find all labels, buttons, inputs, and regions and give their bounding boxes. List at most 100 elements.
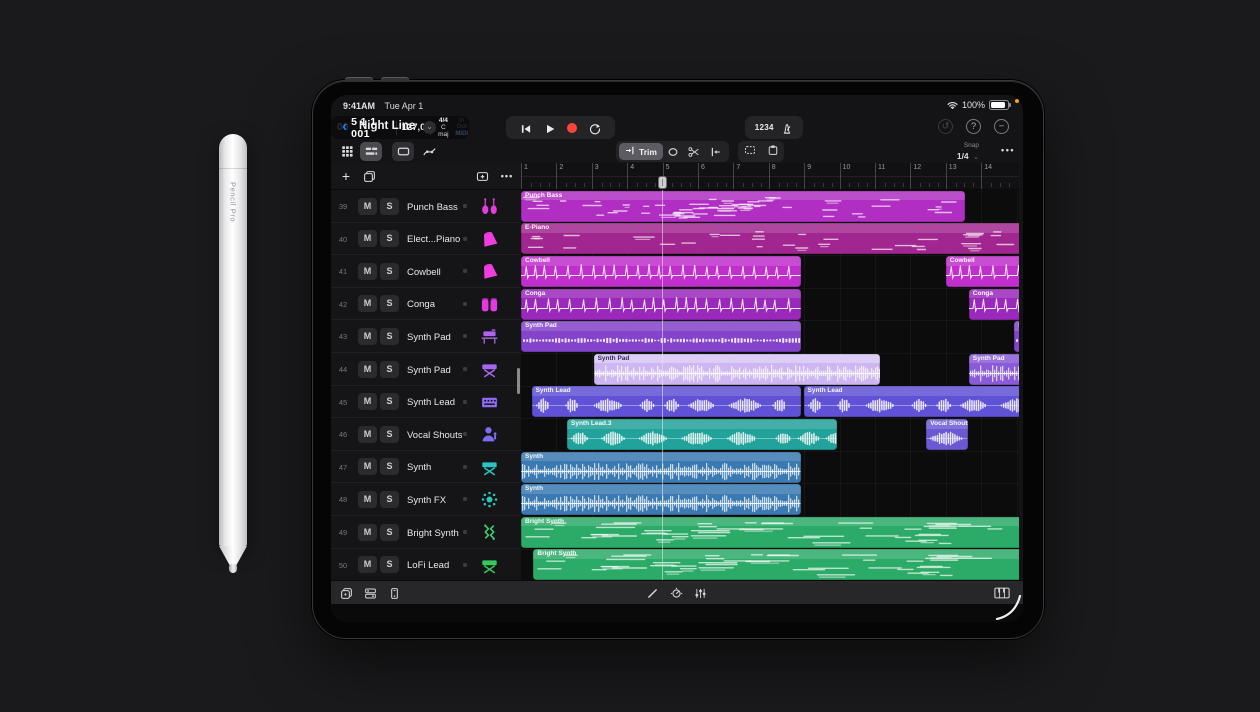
region-synth-pad[interactable]: Synth Pad: [521, 321, 801, 352]
track-row-43[interactable]: 43MSSynth Pad: [331, 320, 521, 353]
region-bright-synth[interactable]: Bright Synth: [533, 549, 1019, 580]
mute-button[interactable]: M: [358, 295, 377, 312]
undo-button[interactable]: ↺: [938, 119, 953, 134]
track-row-50[interactable]: 50MSLoFi Lead: [331, 549, 521, 580]
project-menu-chevron[interactable]: ⌄: [423, 121, 436, 134]
duplicate-track-button[interactable]: [360, 168, 378, 184]
recorder-icon[interactable]: [385, 585, 403, 601]
cowbell-icon[interactable]: [479, 229, 500, 250]
tracks-view-icon[interactable]: [360, 142, 382, 161]
mute-button[interactable]: M: [358, 524, 377, 541]
track-row-39[interactable]: 39MSPunch Bass: [331, 190, 521, 223]
region-synth-lead-3[interactable]: Synth Lead.3: [567, 419, 837, 450]
solo-button[interactable]: S: [380, 328, 399, 345]
ruler-bar-9[interactable]: 9: [804, 163, 839, 189]
solo-button[interactable]: S: [380, 230, 399, 247]
hide-controls-button[interactable]: −: [994, 119, 1009, 134]
track-row-44[interactable]: 44MSSynth Pad: [331, 353, 521, 386]
browser-icon[interactable]: [337, 585, 355, 601]
fade-tool-icon[interactable]: [705, 146, 726, 158]
metronome-icon[interactable]: [781, 122, 793, 134]
mute-button[interactable]: M: [358, 393, 377, 410]
timeline-ruler[interactable]: 1234567891011121314: [521, 163, 1019, 190]
back-button[interactable]: ‹: [342, 116, 347, 138]
marquee-tool-icon[interactable]: [744, 143, 756, 161]
record-button[interactable]: [567, 123, 577, 133]
ruler-bar-3[interactable]: 3: [592, 163, 627, 189]
count-in-button[interactable]: 1234: [755, 123, 774, 132]
track-more-button[interactable]: •••: [498, 168, 516, 184]
ruler-bar-13[interactable]: 13: [946, 163, 981, 189]
region-vocal-shouts[interactable]: Vocal Shouts: [926, 419, 967, 450]
ruler-bar-1[interactable]: 1: [521, 163, 556, 189]
region-e-piano[interactable]: E-Piano: [521, 223, 1019, 254]
play-button[interactable]: [544, 122, 556, 134]
mute-button[interactable]: M: [358, 361, 377, 378]
ruler-bar-5[interactable]: 5: [663, 163, 698, 189]
region-synth[interactable]: Synth: [521, 452, 801, 483]
track-row-41[interactable]: 41MSCowbell: [331, 255, 521, 288]
keyboard-stand-icon[interactable]: [479, 457, 500, 478]
track-row-45[interactable]: 45MSSynth Lead: [331, 386, 521, 419]
trim-tool-button[interactable]: Trim: [619, 143, 663, 160]
atom-icon[interactable]: [479, 489, 500, 510]
region-conga[interactable]: Conga: [969, 289, 1019, 320]
grid-view-icon[interactable]: [336, 142, 358, 161]
region-synth-pad[interactable]: Synth Pad: [969, 354, 1019, 385]
help-button[interactable]: ?: [966, 119, 981, 134]
pencil-tool-icon[interactable]: [643, 585, 661, 601]
track-row-48[interactable]: 48MSSynth FX: [331, 483, 521, 516]
mute-button[interactable]: M: [358, 263, 377, 280]
scissors-icon[interactable]: [684, 146, 705, 158]
mute-button[interactable]: M: [358, 458, 377, 475]
inspector-toggle[interactable]: [473, 168, 491, 184]
project-title[interactable]: Night Line: [359, 120, 415, 132]
synth-module-icon[interactable]: [479, 392, 500, 413]
playhead-handle[interactable]: [658, 176, 667, 189]
solo-button[interactable]: S: [380, 458, 399, 475]
ruler-bar-7[interactable]: 7: [733, 163, 768, 189]
mixer-icon[interactable]: [691, 585, 709, 601]
ruler-bar-12[interactable]: 12: [910, 163, 945, 189]
track-scrollbar[interactable]: [517, 368, 520, 394]
paste-icon[interactable]: [767, 143, 779, 161]
region-punch-bass[interactable]: Punch Bass: [521, 191, 965, 222]
region-bright-synth[interactable]: Bright Synth: [521, 517, 1019, 548]
ruler-bar-10[interactable]: 10: [840, 163, 875, 189]
solo-button[interactable]: S: [380, 426, 399, 443]
mute-button[interactable]: M: [358, 198, 377, 215]
ruler-bar-11[interactable]: 11: [875, 163, 910, 189]
vocalist-icon[interactable]: [479, 424, 500, 445]
ruler-bar-14[interactable]: 14: [981, 163, 1016, 189]
arp-circuit-icon[interactable]: [479, 522, 500, 543]
region-synth[interactable]: Synth: [521, 484, 801, 515]
arrange-area[interactable]: Punch BassE-PianoCowbellCowbellCongaCong…: [521, 190, 1019, 580]
solo-button[interactable]: S: [380, 198, 399, 215]
track-row-40[interactable]: 40MSElect...Piano: [331, 223, 521, 256]
region-tool-icon[interactable]: [392, 142, 414, 161]
solo-button[interactable]: S: [380, 295, 399, 312]
keyboard-stand-icon[interactable]: [479, 555, 500, 576]
cycle-tool-icon[interactable]: [663, 146, 684, 158]
ruler-bar-6[interactable]: 6: [698, 163, 733, 189]
keyboard-stand-icon[interactable]: [479, 359, 500, 380]
cowbell-icon[interactable]: [479, 261, 500, 282]
mute-button[interactable]: M: [358, 491, 377, 508]
add-track-button[interactable]: +: [337, 168, 355, 184]
solo-button[interactable]: S: [380, 491, 399, 508]
mute-button[interactable]: M: [358, 426, 377, 443]
ruler-bar-2[interactable]: 2: [556, 163, 591, 189]
mute-button[interactable]: M: [358, 230, 377, 247]
region-synth-pad[interactable]: Synth Pad: [594, 354, 881, 385]
region-conga[interactable]: Conga: [521, 289, 801, 320]
solo-button[interactable]: S: [380, 556, 399, 573]
workstation-icon[interactable]: [479, 326, 500, 347]
mute-button[interactable]: M: [358, 328, 377, 345]
region-cowbell[interactable]: Cowbell: [521, 256, 801, 287]
solo-button[interactable]: S: [380, 393, 399, 410]
region-cowbell[interactable]: Cowbell: [946, 256, 1019, 287]
plugins-icon[interactable]: [361, 585, 379, 601]
ruler-bar-8[interactable]: 8: [769, 163, 804, 189]
conga-icon[interactable]: [479, 294, 500, 315]
track-row-46[interactable]: 46MSVocal Shouts: [331, 418, 521, 451]
